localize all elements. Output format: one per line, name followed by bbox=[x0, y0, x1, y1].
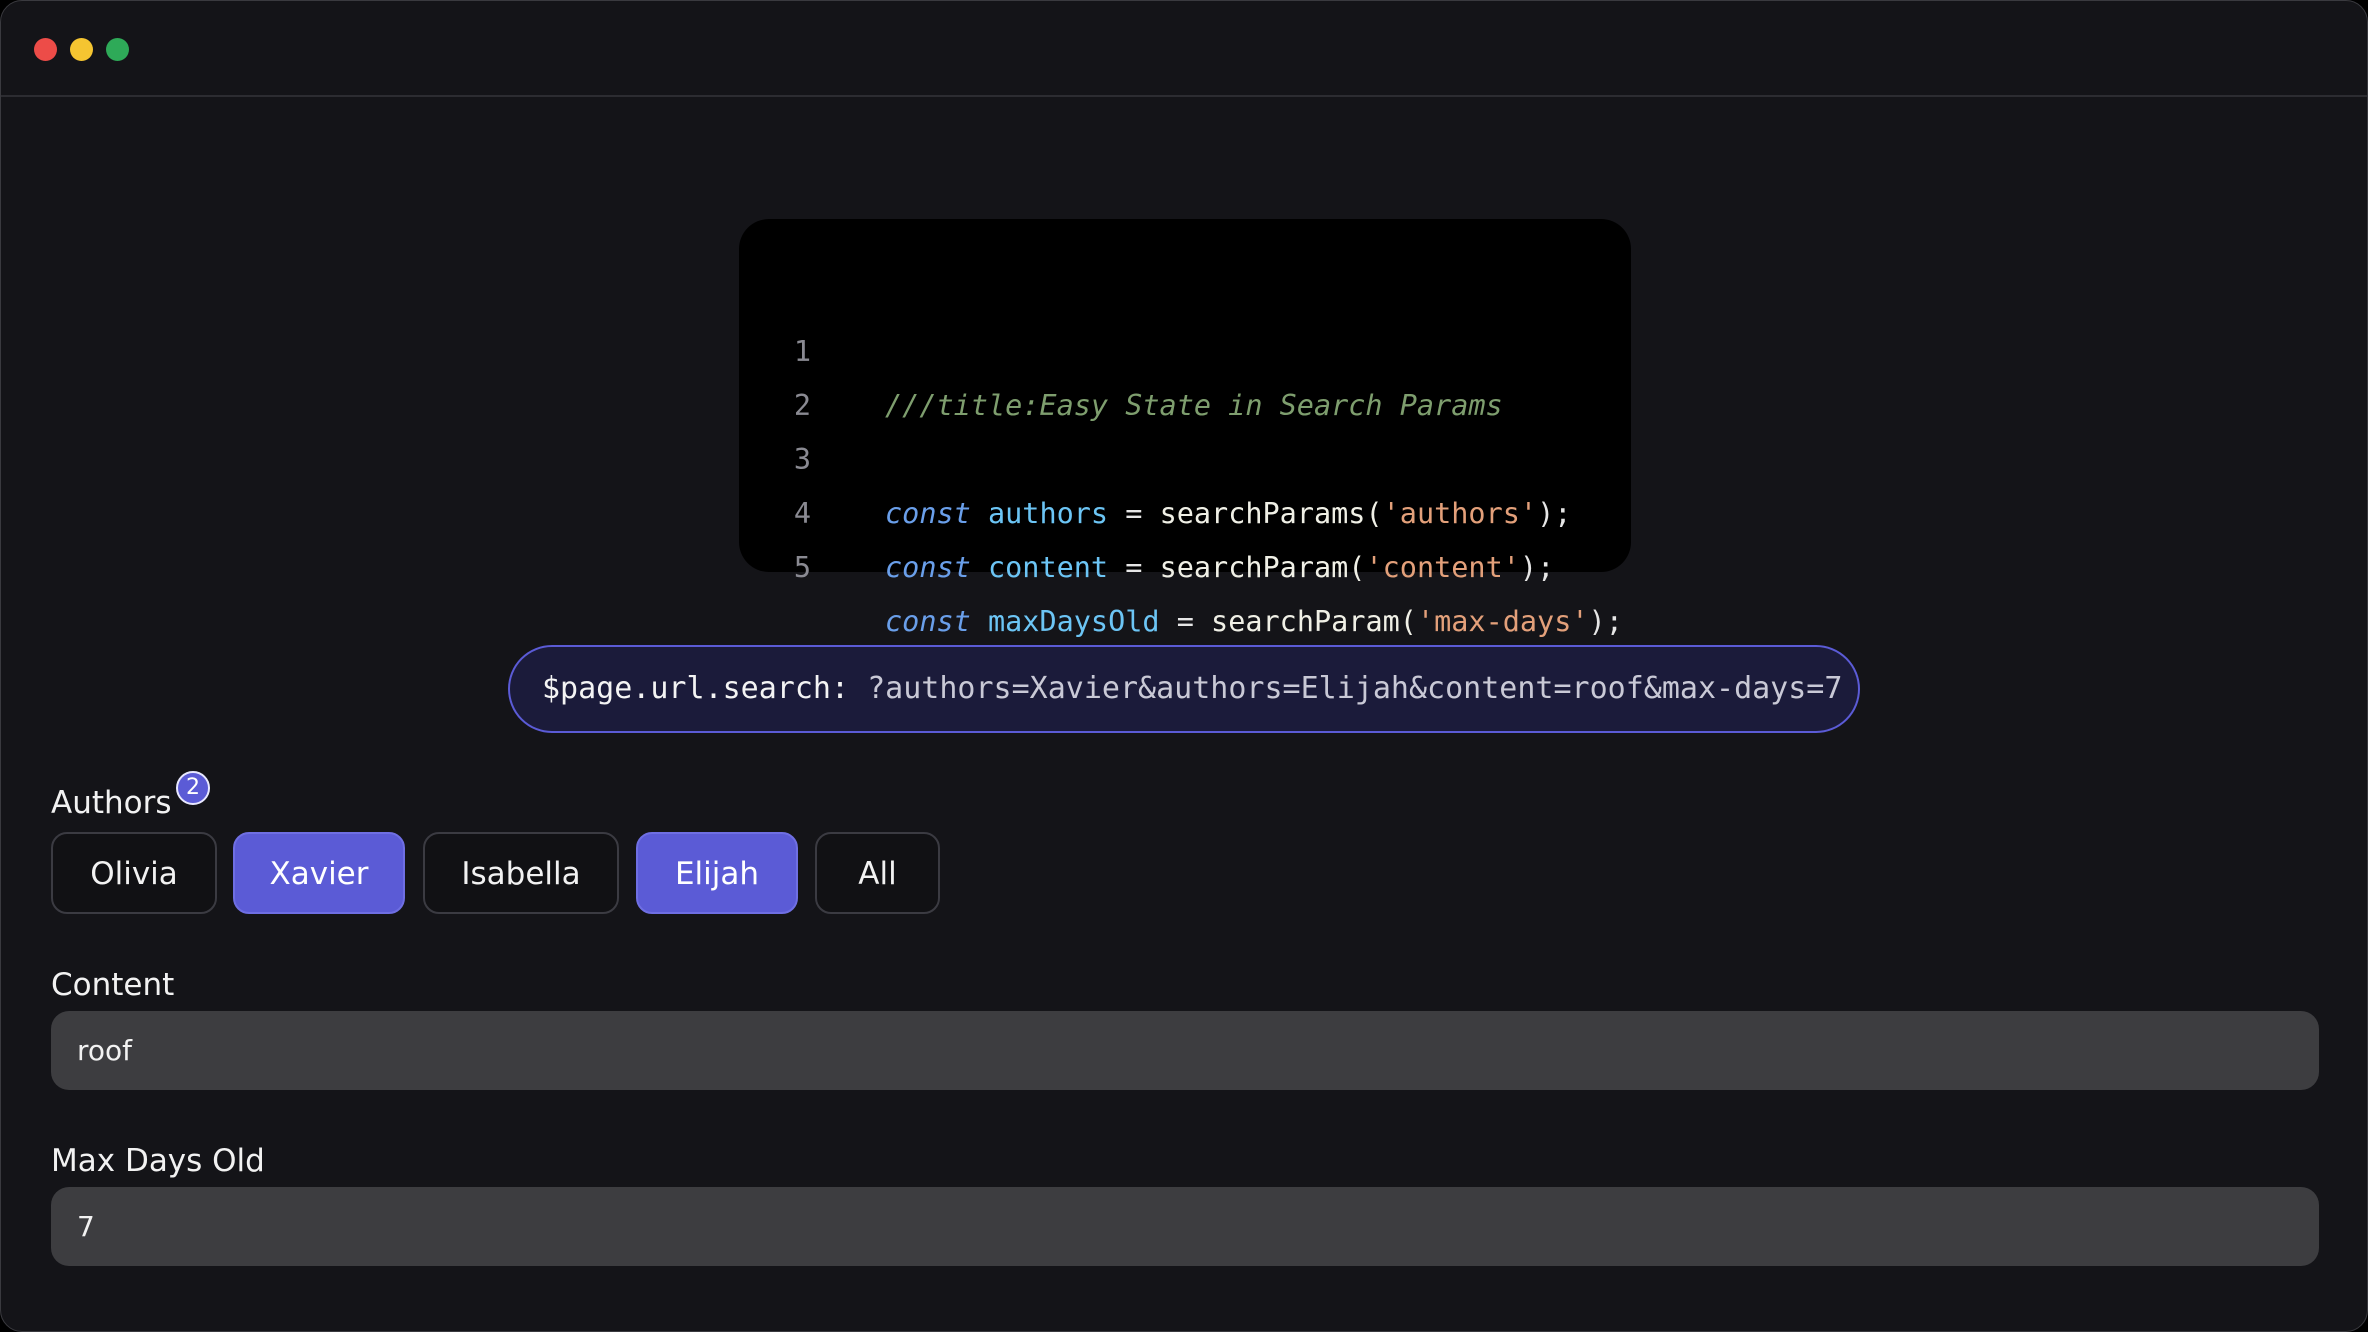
authors-label: Authors bbox=[51, 785, 172, 821]
code-keyword: const bbox=[885, 605, 971, 638]
code-punctuation: ); bbox=[1588, 605, 1623, 638]
code-function: searchParam( bbox=[1211, 605, 1417, 638]
content-label: Content bbox=[51, 967, 175, 1003]
code-line-1: 1 ///title:Easy State in Search Params bbox=[739, 271, 1631, 422]
max-days-label: Max Days Old bbox=[51, 1143, 265, 1179]
content-input[interactable] bbox=[51, 1011, 2319, 1090]
code-string: 'max-days' bbox=[1416, 605, 1589, 638]
code-line-3: 3 const authors = searchParams('authors'… bbox=[739, 379, 1631, 530]
line-number: 5 bbox=[793, 551, 811, 584]
selected-count-badge: 2 bbox=[176, 771, 210, 805]
author-chip-all[interactable]: All bbox=[815, 832, 940, 914]
code-variable: maxDaysOld bbox=[987, 605, 1160, 638]
code-keyword: const bbox=[885, 551, 971, 584]
author-chip-xavier[interactable]: Xavier bbox=[233, 832, 405, 914]
url-search-value: ?authors=Xavier&authors=Elijah&content=r… bbox=[867, 671, 1843, 706]
title-bar bbox=[1, 1, 2367, 97]
code-variable: content bbox=[987, 551, 1109, 584]
code-string: 'content' bbox=[1365, 551, 1520, 584]
url-search-display: $page.url.search: ?authors=Xavier&author… bbox=[508, 645, 1860, 733]
code-block: 1 ///title:Easy State in Search Params 2… bbox=[739, 219, 1631, 638]
max-days-input[interactable] bbox=[51, 1187, 2319, 1266]
code-line-2: 2 bbox=[739, 325, 1631, 422]
code-operator: = bbox=[1159, 605, 1212, 638]
author-chip-olivia[interactable]: Olivia bbox=[51, 832, 217, 914]
url-search-label: $page.url.search: bbox=[542, 671, 850, 706]
code-function: searchParam( bbox=[1159, 551, 1366, 584]
author-chip-isabella[interactable]: Isabella bbox=[423, 832, 619, 914]
code-line-5: 5 const maxDaysOld = searchParam('max-da… bbox=[739, 487, 1631, 638]
minimize-window-button[interactable] bbox=[70, 38, 93, 61]
code-punctuation: ); bbox=[1519, 551, 1555, 584]
close-window-button[interactable] bbox=[34, 38, 57, 61]
app-window: 1 ///title:Easy State in Search Params 2… bbox=[0, 0, 2368, 1332]
author-chip-elijah[interactable]: Elijah bbox=[636, 832, 798, 914]
zoom-window-button[interactable] bbox=[106, 38, 129, 61]
code-operator: = bbox=[1108, 551, 1160, 584]
code-line-4: 4 const content = searchParam('content')… bbox=[739, 433, 1631, 584]
